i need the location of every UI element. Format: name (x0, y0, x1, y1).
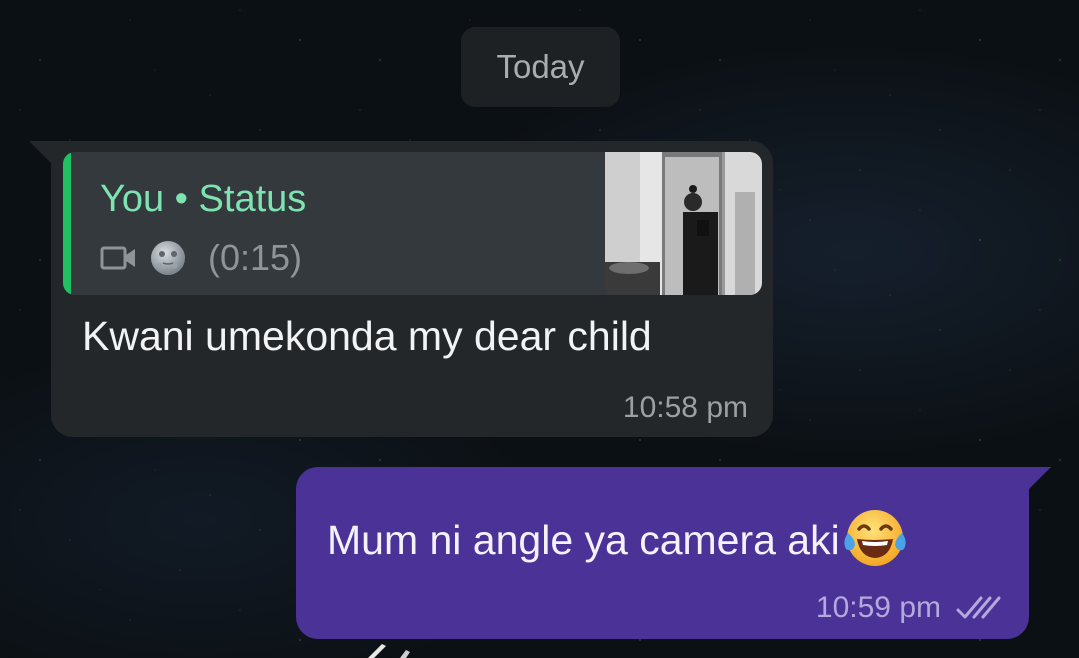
background-light-streak (368, 644, 410, 658)
status-photo-image (605, 152, 762, 295)
reply-accent-bar (63, 152, 71, 295)
reply-duration: (0:15) (208, 237, 303, 278)
outgoing-message-text: Mum ni angle ya camera aki (327, 516, 840, 563)
new-moon-face-icon (151, 241, 185, 275)
video-camera-icon (100, 246, 135, 270)
outgoing-message: Mum ni angle ya camera aki (327, 505, 910, 575)
incoming-message-time: 10:58 pm (622, 391, 748, 424)
outgoing-message-time: 10:59 pm (815, 591, 941, 624)
double-check-icon (956, 596, 1001, 619)
reply-author: You • Status (100, 178, 307, 220)
face-with-tears-of-joy-icon (844, 510, 906, 566)
incoming-message-bubble[interactable]: You • Status (0:15) Kwani umekonda my de… (29, 141, 773, 437)
status-thumbnail[interactable] (605, 152, 762, 295)
quoted-status-reply[interactable]: You • Status (0:15) (63, 152, 762, 295)
outgoing-message-bubble[interactable]: Mum ni angle ya camera aki 10:59 pm (296, 467, 1051, 639)
date-divider: Today (461, 27, 620, 107)
reply-meta: (0:15) (100, 236, 302, 280)
incoming-message-text: Kwani umekonda my dear child (82, 313, 652, 359)
